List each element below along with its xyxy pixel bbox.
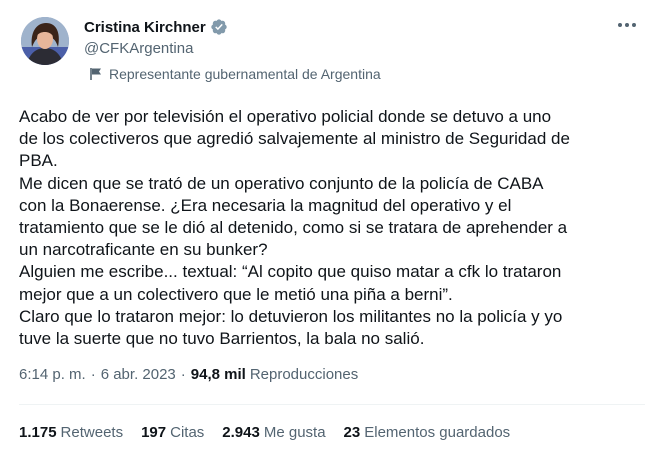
more-options-button[interactable] xyxy=(612,12,642,36)
government-label: Representante gubernamental de Argentina xyxy=(90,66,381,82)
author-handle[interactable]: @CFKArgentina xyxy=(84,40,193,57)
meta-separator: · xyxy=(90,366,96,383)
retweets-stat[interactable]: 1.175 Retweets xyxy=(19,424,123,441)
author-name-row: Cristina Kirchner xyxy=(84,17,228,37)
tweet-stats: 1.175 Retweets 197 Citas 2.943 Me gusta … xyxy=(19,424,528,441)
views-label: Reproducciones xyxy=(249,366,359,383)
likes-stat[interactable]: 2.943 Me gusta xyxy=(222,424,325,441)
retweets-count: 1.175 xyxy=(19,424,57,441)
retweets-label: Retweets xyxy=(60,424,124,441)
likes-count: 2.943 xyxy=(222,424,260,441)
bookmarks-label: Elementos guardados xyxy=(364,424,511,441)
tweet-text: Acabo de ver por televisión el operativo… xyxy=(19,107,570,349)
tweet-date[interactable]: 6 abr. 2023 xyxy=(101,366,176,383)
government-label-text: Representante gubernamental de Argentina xyxy=(109,66,381,82)
avatar[interactable] xyxy=(21,17,69,65)
tweet-time[interactable]: 6:14 p. m. xyxy=(19,366,86,383)
views-count: 94,8 mil xyxy=(190,366,246,383)
bookmarks-count: 23 xyxy=(343,424,361,441)
divider xyxy=(19,404,645,405)
verified-badge-icon[interactable] xyxy=(210,18,228,36)
meta-separator: · xyxy=(180,366,186,383)
likes-label: Me gusta xyxy=(263,424,326,441)
tweet: Cristina Kirchner @CFKArgentina Represen… xyxy=(0,0,665,459)
quotes-label: Citas xyxy=(170,424,205,441)
bookmarks-stat[interactable]: 23 Elementos guardados xyxy=(344,424,511,441)
tweet-meta: 6:14 p. m. · 6 abr. 2023 · 94,8 mil Repr… xyxy=(19,366,358,383)
flag-icon xyxy=(90,67,102,81)
more-horizontal-icon xyxy=(617,15,637,33)
author-name[interactable]: Cristina Kirchner xyxy=(84,19,206,36)
quotes-count: 197 xyxy=(141,424,167,441)
quotes-stat[interactable]: 197 Citas xyxy=(141,424,204,441)
